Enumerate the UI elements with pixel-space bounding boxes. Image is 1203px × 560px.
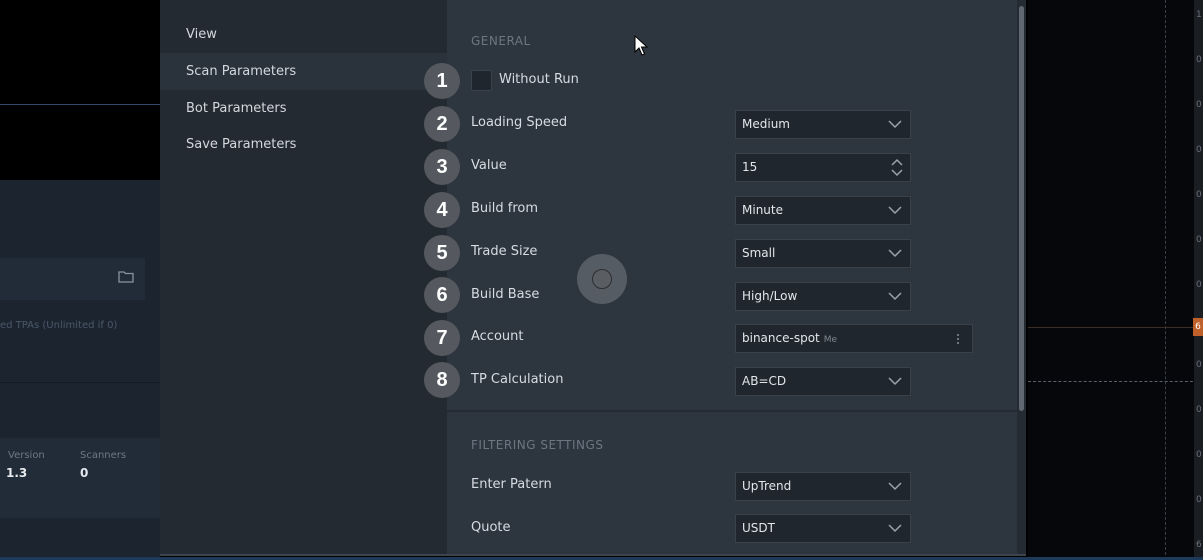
background-chart-area (1028, 0, 1203, 560)
value-number: 15 (742, 160, 758, 174)
loading-speed-value: Medium (742, 117, 790, 131)
axis-tick: 0 (1196, 450, 1202, 460)
without-run-checkbox[interactable] (471, 70, 492, 91)
axis-tick: 0 (1196, 190, 1202, 200)
background-price-line (1028, 327, 1203, 328)
section-title-filtering: FILTERING SETTINGS (471, 438, 604, 452)
sidebar-item-bot-parameters[interactable]: Bot Parameters (160, 90, 447, 127)
step-badge-7: 7 (424, 320, 460, 356)
account-select[interactable]: binance-spot Me (735, 324, 973, 353)
axis-tick: 0 (1196, 280, 1202, 290)
axis-tick: 1 (1196, 10, 1202, 20)
step-badge-4: 4 (424, 192, 460, 228)
sidebar-item-scan-parameters[interactable]: Scan Parameters (160, 53, 447, 90)
spinner-arrows-icon[interactable] (890, 157, 904, 178)
click-indicator-dot (592, 269, 612, 289)
axis-tick: 0 (1196, 235, 1202, 245)
axis-tick: 0 (1196, 495, 1202, 505)
step-badge-2: 2 (424, 106, 460, 142)
enter-pattern-value: UpTrend (742, 479, 792, 493)
axis-tick: 0 (1196, 405, 1202, 415)
tp-calculation-label: TP Calculation (471, 372, 564, 387)
more-options-icon[interactable] (956, 333, 960, 345)
step-badge-6: 6 (424, 277, 460, 313)
step-badge-8: 8 (424, 362, 460, 398)
settings-sidebar: View Scan Parameters Bot Parameters Save… (160, 0, 447, 554)
scrollbar-thumb[interactable] (1019, 6, 1024, 411)
quote-label: Quote (471, 520, 511, 535)
build-from-select[interactable]: Minute (735, 196, 911, 225)
build-base-select[interactable]: High/Low (735, 282, 911, 311)
click-indicator (577, 254, 627, 304)
loading-speed-label: Loading Speed (471, 115, 568, 130)
stat-scanners-label: Scanners (80, 450, 127, 461)
chevron-down-icon (888, 120, 902, 129)
background-left-panel: ed TPAs (Unlimited if 0) Version 1.3 Sca… (0, 180, 160, 560)
tp-calculation-value: AB=CD (742, 374, 787, 388)
without-run-label: Without Run (499, 72, 579, 87)
background-gridline-horizontal (1028, 381, 1198, 382)
background-divider (0, 104, 160, 105)
tp-calculation-select[interactable]: AB=CD (735, 367, 911, 396)
stat-scanners-value: 0 (80, 466, 89, 480)
stat-version-label: Version (8, 450, 45, 461)
background-stats: Version 1.3 Scanners 0 (0, 438, 160, 518)
build-from-label: Build from (471, 201, 539, 216)
background-faint-text: ed TPAs (Unlimited if 0) (0, 320, 118, 331)
section-divider (447, 410, 1017, 412)
chevron-down-icon (888, 524, 902, 533)
value-number-input[interactable]: 15 (735, 153, 911, 182)
axis-tick: 0 (1196, 360, 1202, 370)
chevron-down-icon (888, 377, 902, 386)
step-badge-5: 5 (424, 235, 460, 271)
value-label: Value (471, 158, 507, 173)
step-badge-3: 3 (424, 149, 460, 185)
chevron-down-icon (888, 206, 902, 215)
content-scrollbar[interactable] (1017, 0, 1026, 554)
chevron-down-icon (888, 482, 902, 491)
trade-size-select[interactable]: Small (735, 239, 911, 268)
sidebar-item-save-parameters[interactable]: Save Parameters (160, 126, 447, 163)
folder-icon (118, 271, 134, 283)
build-base-value: High/Low (742, 289, 798, 303)
step-badge-1: 1 (424, 63, 460, 99)
account-tag: Me (823, 335, 838, 345)
build-from-value: Minute (742, 203, 783, 217)
loading-speed-select[interactable]: Medium (735, 110, 911, 139)
enter-pattern-label: Enter Patern (471, 477, 552, 492)
quote-value: USDT (742, 521, 775, 535)
axis-tick: 0 (1196, 145, 1202, 155)
background-separator (0, 382, 160, 383)
chevron-down-icon (888, 249, 902, 258)
trade-size-value: Small (742, 246, 776, 260)
background-gridline (1165, 0, 1166, 560)
account-value: binance-spot (742, 331, 820, 345)
axis-tick: 0 (1196, 100, 1202, 110)
trade-size-label: Trade Size (471, 244, 538, 259)
enter-pattern-select[interactable]: UpTrend (735, 472, 911, 501)
account-label: Account (471, 329, 524, 344)
price-badge: 6 (1193, 318, 1203, 336)
quote-select[interactable]: USDT (735, 514, 911, 543)
settings-content: GENERAL Without Run Loading Speed Medium… (447, 0, 1017, 554)
axis-tick: 0 (1196, 55, 1202, 65)
chevron-down-icon (888, 292, 902, 301)
stat-version-value: 1.3 (6, 466, 28, 480)
section-title-general: GENERAL (471, 34, 531, 48)
build-base-label: Build Base (471, 287, 540, 302)
sidebar-item-view[interactable]: View (160, 16, 447, 53)
axis-tick: 6 (1196, 540, 1202, 550)
mouse-cursor-icon (634, 35, 648, 56)
